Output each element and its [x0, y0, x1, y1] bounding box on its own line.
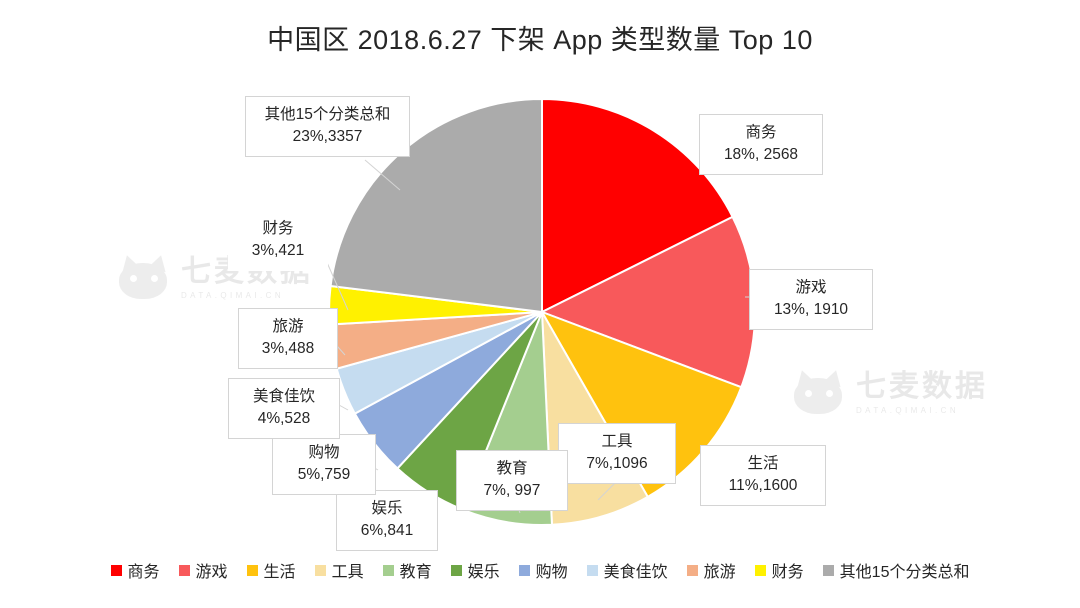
legend-item[interactable]: 旅游: [686, 558, 736, 582]
callout-qita: 其他15个分类总和 23%,3357: [245, 96, 410, 157]
callout-category: 美食佳饮: [252, 388, 315, 405]
callout-value: 4%,528: [257, 410, 311, 427]
chart-title: 中国区 2018.6.27 下架 App 类型数量 Top 10: [267, 25, 813, 55]
callout-category: 工具: [601, 433, 633, 450]
legend-label: 其他15个分类总和: [839, 564, 970, 581]
callout-value: 3%,421: [251, 242, 305, 259]
callout-youxi: 游戏 13%, 1910: [749, 269, 873, 330]
callout-category: 教育: [496, 460, 528, 477]
watermark-tagline: DATA.QIMAI.CN: [181, 290, 285, 300]
legend-swatch-icon: [382, 564, 394, 576]
callout-value: 3%,488: [261, 340, 315, 357]
legend-swatch-icon: [314, 564, 326, 576]
legend-label: 旅游: [703, 564, 736, 581]
callout-shenghuo: 生活 11%,1600: [700, 445, 826, 506]
legend-label: 美食佳饮: [603, 564, 668, 581]
pie-chart-figure: 七麦数据 DATA.QIMAI.CN 七麦数据 DATA.QIMAI.CN 七麦…: [0, 0, 1080, 608]
callout-value: 6%,841: [360, 522, 414, 539]
legend-item[interactable]: 工具: [314, 558, 364, 582]
chart-legend: 商务 游戏 生活 工具 教育 娱乐 购物 美食佳饮 旅游 财务 其他15个分类总和: [0, 558, 1080, 582]
callout-value: 13%, 1910: [773, 301, 849, 318]
callout-category: 购物: [308, 444, 340, 461]
callout-category: 财务: [262, 220, 294, 237]
legend-label: 财务: [771, 564, 804, 581]
callout-value: 7%, 997: [483, 482, 541, 499]
legend-swatch-icon: [518, 564, 530, 576]
legend-swatch-icon: [178, 564, 190, 576]
watermark-tagline: DATA.QIMAI.CN: [856, 405, 960, 415]
legend-label: 游戏: [195, 564, 228, 581]
watermark-right: 七麦数据 DATA.QIMAI.CN: [790, 367, 988, 416]
callout-category: 商务: [745, 124, 777, 141]
callout-category: 娱乐: [371, 500, 403, 517]
legend-item[interactable]: 财务: [754, 558, 804, 582]
legend-label: 娱乐: [467, 564, 500, 581]
callout-value: 5%,759: [297, 466, 351, 483]
callout-gouwu: 购物 5%,759: [272, 434, 376, 495]
legend-item[interactable]: 美食佳饮: [586, 558, 668, 582]
callout-category: 旅游: [272, 318, 304, 335]
legend-item[interactable]: 购物: [518, 558, 568, 582]
legend-item[interactable]: 商务: [110, 558, 160, 582]
legend-swatch-icon: [686, 564, 698, 576]
callout-jiaoyu: 教育 7%, 997: [456, 450, 568, 511]
callout-yule: 娱乐 6%,841: [336, 490, 438, 551]
legend-label: 生活: [263, 564, 296, 581]
callout-category: 游戏: [795, 279, 827, 296]
callout-gongju: 工具 7%,1096: [558, 423, 676, 484]
legend-label: 工具: [331, 564, 364, 581]
watermark-brand: 七麦数据: [856, 369, 988, 403]
legend-item[interactable]: 娱乐: [450, 558, 500, 582]
callout-shangwu: 商务 18%, 2568: [699, 114, 823, 175]
legend-item[interactable]: 游戏: [178, 558, 228, 582]
legend-swatch-icon: [450, 564, 462, 576]
legend-item[interactable]: 教育: [382, 558, 432, 582]
legend-swatch-icon: [246, 564, 258, 576]
callout-caiwu: 财务 3%,421: [228, 210, 328, 271]
callout-value: 11%,1600: [728, 477, 798, 494]
legend-item[interactable]: 生活: [246, 558, 296, 582]
callout-meishi: 美食佳饮 4%,528: [228, 378, 340, 439]
callout-value: 23%,3357: [292, 128, 363, 145]
legend-swatch-icon: [754, 564, 766, 576]
callout-category: 其他15个分类总和: [264, 106, 391, 123]
cat-logo-icon: [115, 252, 173, 301]
legend-label: 商务: [127, 564, 160, 581]
callout-value: 18%, 2568: [723, 146, 799, 163]
legend-swatch-icon: [586, 564, 598, 576]
callout-category: 生活: [747, 455, 779, 472]
legend-swatch-icon: [822, 564, 834, 576]
callout-value: 7%,1096: [586, 455, 648, 472]
cat-logo-icon: [790, 367, 848, 416]
legend-label: 购物: [535, 564, 568, 581]
legend-swatch-icon: [110, 564, 122, 576]
callout-lvyou: 旅游 3%,488: [238, 308, 338, 369]
legend-item[interactable]: 其他15个分类总和: [822, 558, 970, 582]
legend-label: 教育: [399, 564, 432, 581]
